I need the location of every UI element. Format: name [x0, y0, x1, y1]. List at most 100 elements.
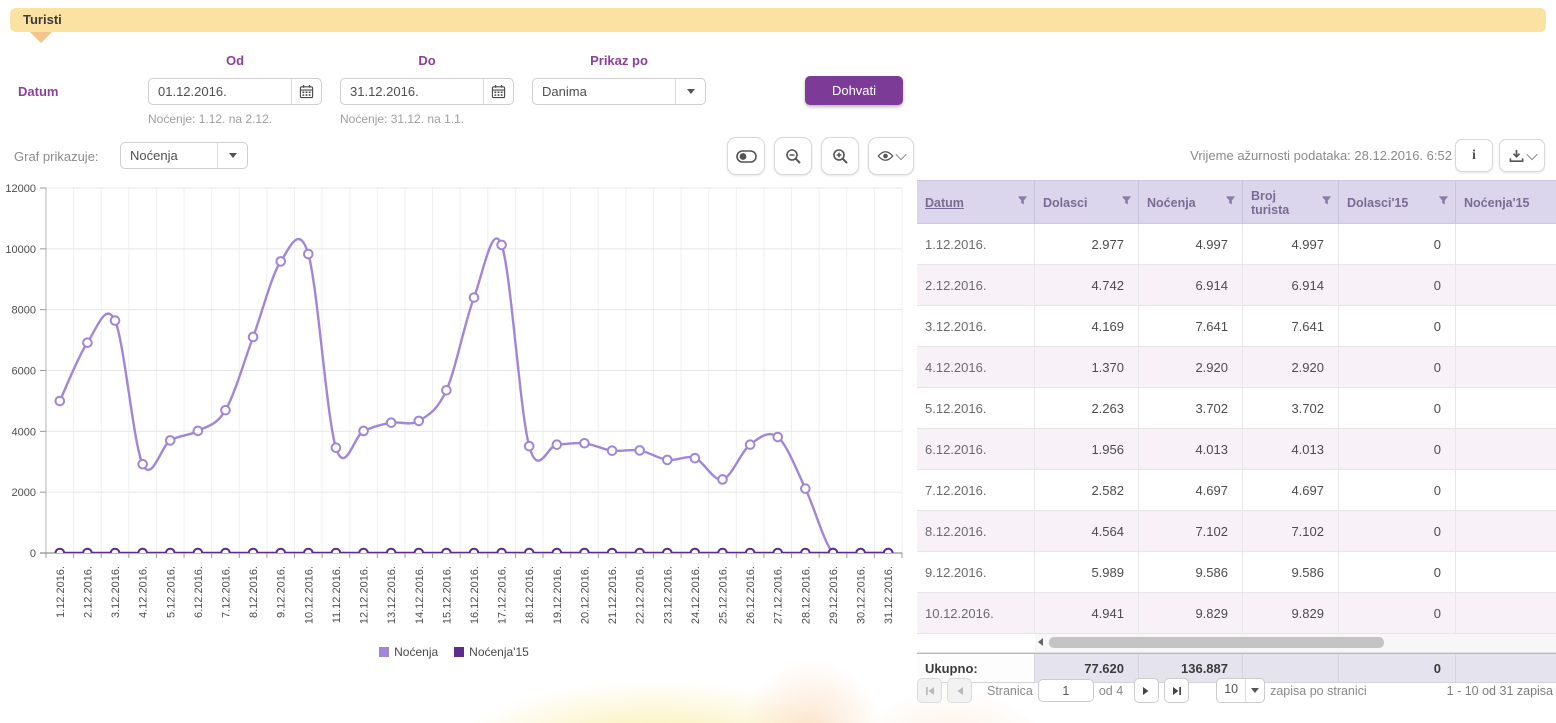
page-size-dropdown-button[interactable]	[1245, 679, 1264, 702]
filter-icon[interactable]	[1321, 195, 1332, 206]
legend-label: Noćenja	[394, 645, 438, 659]
cell-value: 4.169	[1035, 306, 1139, 346]
y-axis-label: 12000	[5, 183, 36, 195]
data-updated-label: Vrijeme ažurnosti podataka: 28.12.2016. …	[1130, 148, 1452, 163]
data-point	[138, 549, 147, 558]
cell-date: 1.12.2016.	[917, 224, 1035, 264]
zoom-out-button[interactable]	[774, 137, 812, 175]
first-page-button[interactable]	[917, 678, 942, 703]
x-axis-label: 10.12.2016.	[303, 566, 315, 624]
chevron-down-icon	[1526, 148, 1537, 159]
chart-legend: Noćenja Noćenja'15	[0, 645, 908, 659]
data-point	[580, 439, 589, 448]
last-page-button[interactable]	[1164, 678, 1189, 703]
cell-value: 7.102	[1243, 511, 1339, 551]
turisti-page: Turisti Od Do Prikaz po Datum	[0, 0, 1556, 723]
cell-value: 0	[1339, 347, 1456, 387]
data-point	[773, 433, 782, 442]
table-row[interactable]: 1.12.2016.2.9774.9974.9970	[917, 224, 1556, 265]
x-axis-label: 3.12.2016.	[110, 566, 122, 618]
column-header-broj-turista[interactable]: Broj turista	[1243, 181, 1339, 223]
zoom-in-button[interactable]	[821, 137, 859, 175]
y-axis-label: 4000	[12, 426, 36, 438]
data-point	[304, 549, 313, 558]
page-input[interactable]	[1038, 679, 1094, 702]
data-point	[801, 549, 810, 558]
cell-value: 2.582	[1035, 470, 1139, 510]
column-header-dolasci15[interactable]: Dolasci'15	[1339, 181, 1456, 223]
cell-value: 3.702	[1243, 388, 1339, 428]
prev-page-icon	[955, 686, 964, 696]
download-button[interactable]	[1499, 139, 1545, 172]
filter-icon[interactable]	[1438, 195, 1449, 206]
data-point	[56, 549, 65, 558]
cell-value	[1456, 347, 1556, 387]
table-row[interactable]: 5.12.2016.2.2633.7023.7020	[917, 388, 1556, 429]
scroll-left-button[interactable]	[1038, 638, 1043, 646]
data-point	[249, 333, 258, 342]
dohvati-button[interactable]: Dohvati	[805, 76, 903, 105]
do-calendar-button[interactable]	[483, 79, 513, 104]
graf-select-value: Noćenja	[121, 143, 217, 168]
od-calendar-button[interactable]	[291, 79, 321, 104]
decor-peach-circle-small	[742, 662, 882, 723]
x-axis-label: 1.12.2016.	[55, 566, 67, 618]
table-row[interactable]: 4.12.2016.1.3702.9202.9200	[917, 347, 1556, 388]
prev-page-button[interactable]	[947, 678, 972, 703]
cell-value	[1456, 388, 1556, 428]
x-axis-label: 15.12.2016.	[441, 566, 453, 624]
toggle-view-button[interactable]	[727, 137, 765, 175]
prikaz-po-select[interactable]: Danima	[532, 78, 706, 105]
column-header-dolasci[interactable]: Dolasci	[1035, 181, 1139, 223]
graf-select[interactable]: Noćenja	[120, 142, 248, 169]
data-point	[525, 442, 534, 451]
data-point	[525, 549, 534, 558]
cell-value: 7.641	[1139, 306, 1243, 346]
prikaz-po-dropdown-button[interactable]	[675, 79, 705, 104]
filter-icon[interactable]	[1121, 195, 1132, 206]
cell-value: 9.586	[1243, 552, 1339, 592]
series-visibility-button[interactable]	[868, 137, 914, 175]
data-point	[138, 460, 147, 469]
horizontal-scrollbar[interactable]	[1035, 634, 1556, 652]
filter-icon[interactable]	[1225, 195, 1236, 206]
stranica-label: Stranica	[987, 684, 1033, 698]
table-row[interactable]: 7.12.2016.2.5824.6974.6970	[917, 470, 1556, 511]
next-page-button[interactable]	[1134, 678, 1159, 703]
cell-date: 9.12.2016.	[917, 552, 1035, 592]
x-axis-label: 12.12.2016.	[359, 566, 371, 624]
cell-value: 2.977	[1035, 224, 1139, 264]
scroll-thumb[interactable]	[1049, 637, 1384, 648]
do-date-input[interactable]	[341, 79, 483, 104]
data-point	[746, 440, 755, 449]
table-row[interactable]: 6.12.2016.1.9564.0134.0130	[917, 429, 1556, 470]
table-row[interactable]: 9.12.2016.5.9899.5869.5860	[917, 552, 1556, 593]
turisti-tab[interactable]: Turisti	[10, 8, 1546, 32]
data-point	[608, 446, 617, 455]
chevron-down-icon	[895, 149, 906, 160]
table-row[interactable]: 3.12.2016.4.1697.6417.6410	[917, 306, 1556, 347]
filter-icon[interactable]	[1017, 195, 1028, 206]
prikaz-po-label: Prikaz po	[532, 53, 706, 68]
column-header-datum[interactable]: Datum	[917, 181, 1035, 223]
data-point	[691, 454, 700, 463]
table-row[interactable]: 2.12.2016.4.7426.9146.9140	[917, 265, 1556, 306]
legend-item-nocenja[interactable]: Noćenja	[379, 645, 438, 659]
od-date-input[interactable]	[149, 79, 291, 104]
download-icon	[1509, 149, 1524, 163]
info-button[interactable]: i	[1455, 139, 1493, 172]
x-axis-label: 23.12.2016.	[662, 566, 674, 624]
table-row[interactable]: 8.12.2016.4.5647.1027.1020	[917, 511, 1556, 552]
data-point	[884, 549, 893, 558]
graf-dropdown-button[interactable]	[217, 143, 247, 168]
od-hint: Noćenje: 1.12. na 2.12.	[148, 112, 272, 126]
column-header-nocenja[interactable]: Noćenja	[1139, 181, 1243, 223]
calendar-icon	[299, 84, 314, 99]
column-header-nocenja15[interactable]: Noćenja'15	[1456, 181, 1556, 223]
table-row[interactable]: 10.12.2016.4.9419.8299.8290	[917, 593, 1556, 634]
legend-item-nocenja15[interactable]: Noćenja'15	[454, 645, 529, 659]
x-axis-label: 28.12.2016.	[800, 566, 812, 624]
page-size-select[interactable]: 10	[1216, 678, 1265, 703]
nocenja-line-chart[interactable]: 0200040006000800010000120001.12.2016.2.1…	[2, 182, 910, 638]
data-point	[553, 549, 562, 558]
